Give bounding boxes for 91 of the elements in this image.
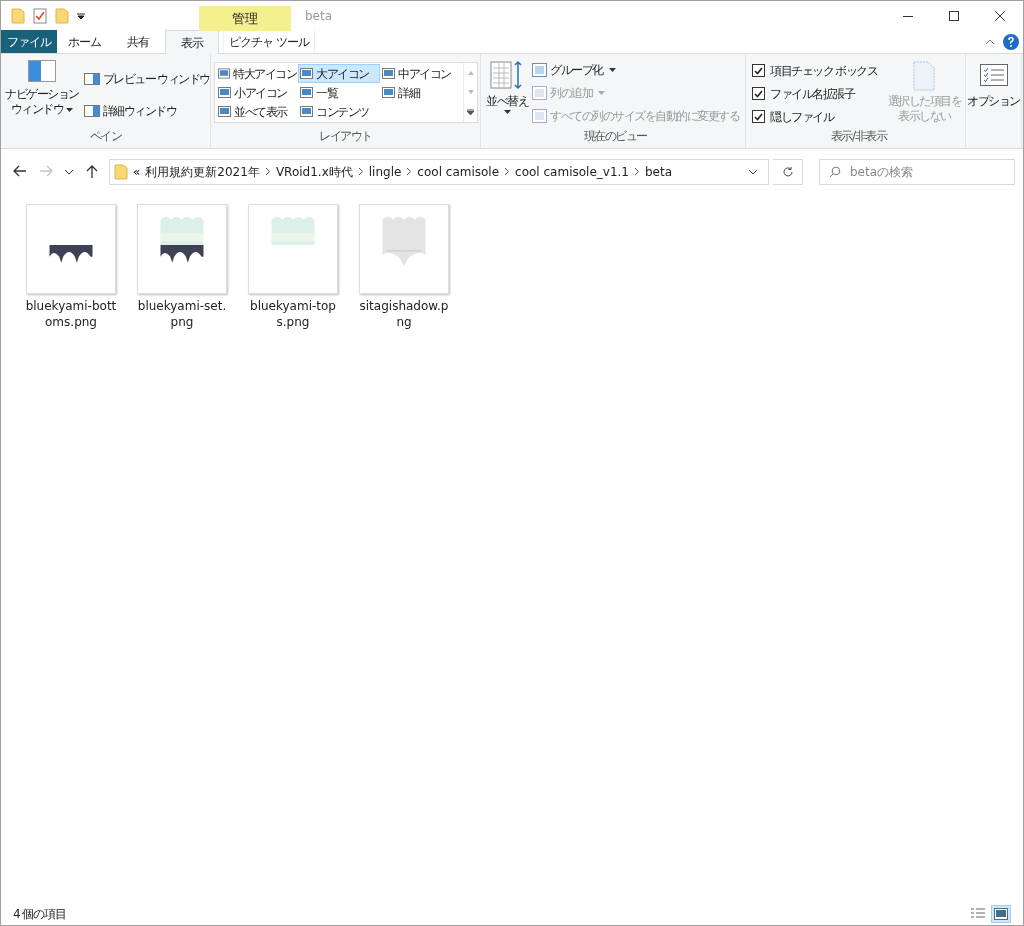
group-icon [532, 62, 547, 77]
minimize-icon [903, 15, 913, 17]
options-button[interactable]: オプション [967, 64, 1020, 110]
add-column-icon [532, 85, 547, 100]
chevron-down-icon [64, 168, 74, 175]
group-label: ペイン [88, 128, 123, 145]
view-icon [300, 87, 313, 98]
caret-icon [503, 110, 511, 114]
caret-icon [608, 67, 616, 72]
view-command[interactable]: グループ化 [532, 60, 739, 79]
caret-icon [66, 107, 74, 112]
breadcrumb[interactable]: 利用規約更新2021年 [140, 162, 265, 181]
dropdown-icon[interactable] [77, 12, 85, 20]
layout-option[interactable]: 特大アイコン [216, 64, 298, 83]
layout-option[interactable]: 小アイコン [216, 83, 298, 102]
file-name[interactable]: bluekyami-set.png [136, 298, 228, 330]
dropdown-icon[interactable] [748, 168, 758, 175]
pane-command[interactable]: プレビュー ウィンドウ [83, 70, 210, 88]
ribbon-tab[interactable]: ファイル [1, 30, 57, 53]
search-field[interactable]: betaの検索 [819, 158, 1015, 185]
collapse-ribbon-icon[interactable] [985, 39, 995, 45]
group-label: 表示/非表示 [829, 128, 888, 145]
file-name[interactable]: bluekyami-bottoms.png [25, 298, 117, 330]
layout-option[interactable]: 一覧 [298, 83, 380, 102]
layout-option[interactable]: 詳細 [380, 83, 462, 102]
details-pane-icon [83, 105, 100, 117]
view-icon [382, 68, 395, 79]
list-icon [971, 908, 985, 920]
address-bar[interactable]: « 利用規約更新2021年 VRoid1.x時代 lingle cool camisole cool camisole_v1.1 beta [109, 158, 769, 185]
checkbox[interactable] [752, 87, 765, 100]
caret-icon [598, 90, 605, 95]
refresh-icon [781, 165, 794, 178]
group-label: レイアウト [318, 128, 373, 145]
chevron-icon[interactable] [504, 167, 511, 176]
view-icon [218, 106, 231, 117]
ribbon-tab[interactable]: 共有 [111, 30, 165, 53]
item-count: 4 個の項目 [13, 906, 67, 923]
checklist-icon [979, 64, 1008, 86]
ribbon-tab[interactable]: ピクチャ ツール [223, 30, 315, 53]
layout-option[interactable]: 中アイコン [380, 64, 462, 83]
breadcrumb[interactable]: cool camisole [412, 162, 505, 181]
ribbon-tab[interactable]: 表示 [165, 30, 219, 54]
breadcrumb[interactable]: cool camisole_v1.1 [510, 162, 634, 181]
group-label: 現在のビュー [582, 128, 648, 145]
breadcrumb[interactable]: lingle [363, 162, 407, 181]
breadcrumb-overflow[interactable]: « [133, 162, 141, 181]
close-icon [995, 11, 1005, 21]
checkbox-label: 項目チェック ボックス [770, 62, 878, 80]
navigation-pane-button[interactable]: ナビゲーション ウィンドウ [3, 60, 81, 126]
more-icon[interactable] [467, 108, 474, 115]
view-icon [218, 87, 231, 98]
help-icon[interactable] [1003, 34, 1019, 50]
navigation-pane-icon [27, 60, 56, 82]
preview-pane-icon [83, 73, 100, 85]
resize-columns-icon [532, 108, 547, 123]
ribbon-tab[interactable]: ホーム [57, 30, 111, 53]
checkbox-label: 隠しファイル [770, 108, 833, 126]
view-icon [300, 106, 313, 117]
image-icon [994, 908, 1008, 920]
sort-button[interactable]: 並べ替え [485, 60, 529, 122]
layout-option[interactable]: コンテンツ [298, 102, 380, 121]
breadcrumb[interactable]: beta [640, 162, 678, 181]
checkbox[interactable] [752, 110, 765, 123]
view-icon [218, 68, 230, 79]
view-icon [382, 87, 395, 98]
layout-option[interactable]: 大アイコン [298, 64, 380, 83]
properties-icon[interactable] [33, 8, 47, 24]
sort-icon [490, 60, 524, 90]
file-name[interactable]: bluekyami-tops.png [247, 298, 339, 330]
chevron-icon[interactable] [357, 167, 364, 176]
pane-command[interactable]: 詳細ウィンドウ [83, 102, 210, 120]
refresh-button[interactable] [773, 158, 803, 185]
large-icons-view-button[interactable] [991, 905, 1011, 923]
breadcrumb[interactable]: VRoid1.x時代 [270, 162, 358, 181]
layout-option[interactable]: 並べて表示 [216, 102, 298, 121]
contextual-tab-header: 管理 [199, 6, 291, 31]
chevron-icon[interactable] [406, 167, 413, 176]
window-title: beta [305, 8, 333, 25]
new-folder-icon [55, 8, 69, 24]
chevron-icon[interactable] [634, 167, 640, 176]
folder-icon [11, 8, 25, 24]
checkbox[interactable] [752, 64, 765, 77]
folder-icon [114, 163, 128, 180]
document-icon [912, 61, 937, 91]
chevron-icon[interactable] [264, 167, 271, 176]
file-name[interactable]: sitagishadow.png [358, 298, 450, 330]
view-icon [300, 68, 313, 79]
checkbox-label: ファイル名拡張子 [770, 85, 854, 103]
up-arrow-icon [84, 163, 100, 180]
maximize-icon [949, 11, 959, 21]
search-icon [829, 165, 841, 178]
